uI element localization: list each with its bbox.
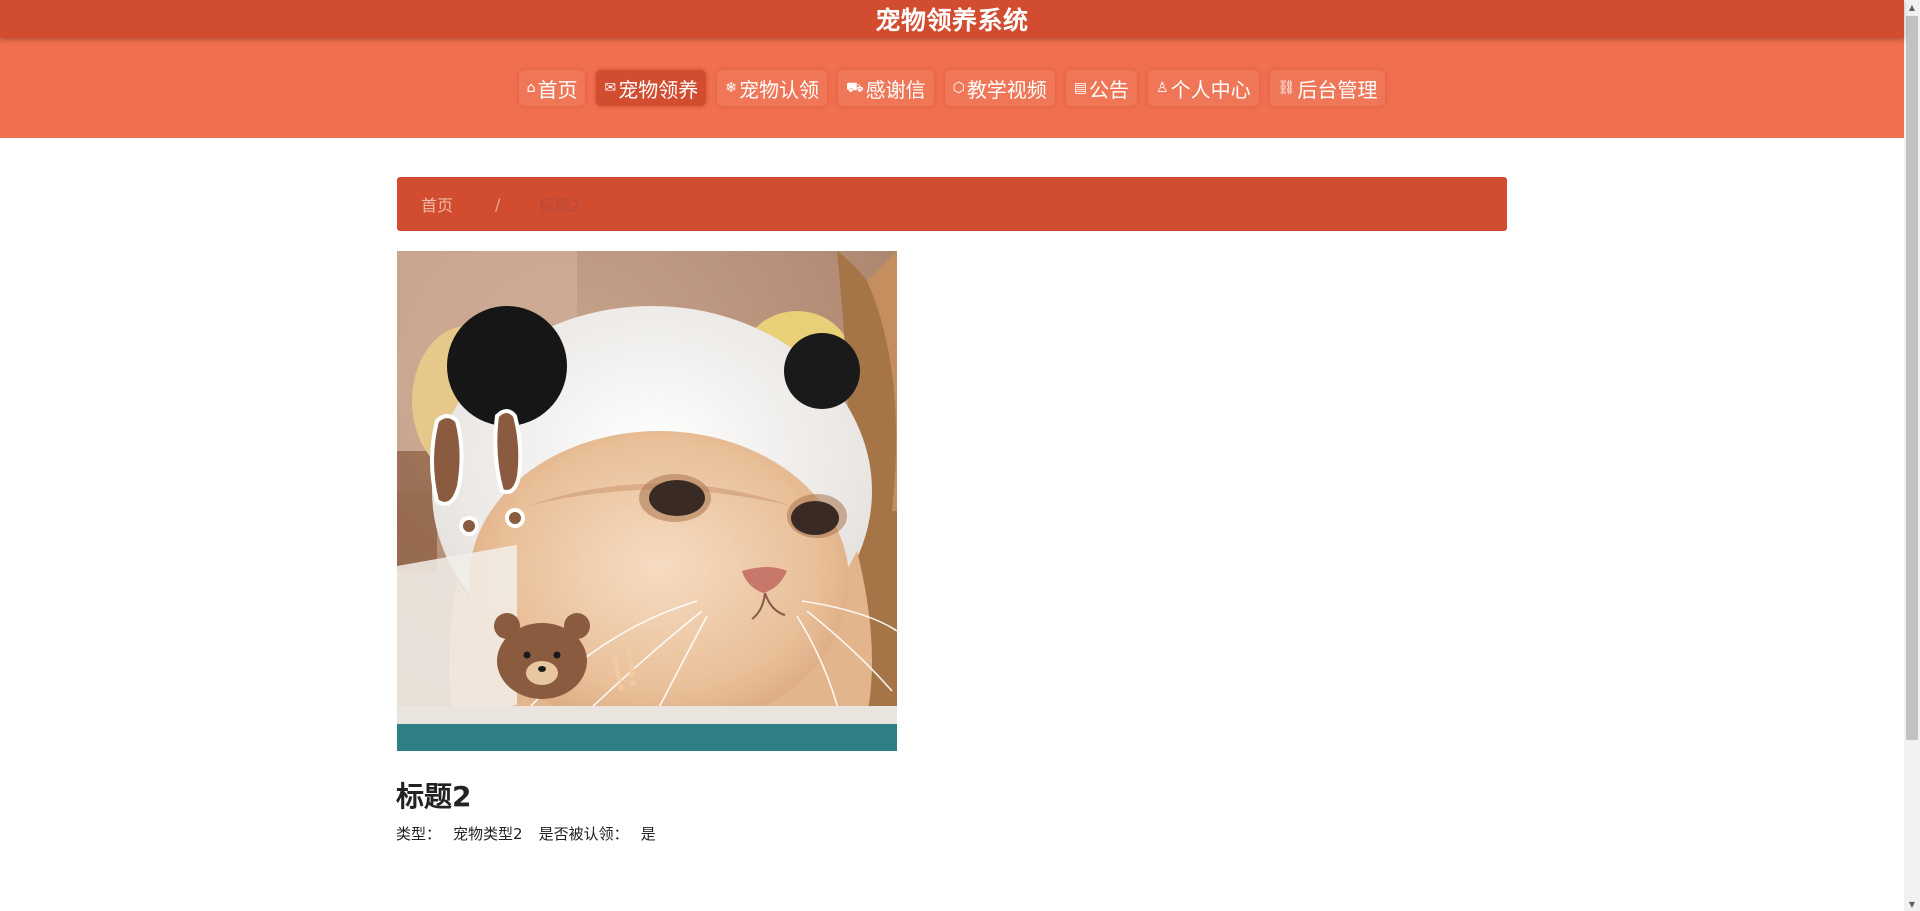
vertical-scrollbar[interactable]: ▲ ▼ bbox=[1904, 0, 1920, 911]
page: 宠物领养系统 ⌂ 首页 ✉ 宠物领养 ❄ 宠物认领 ⛟ 感谢信 ⬡ 教学视频 ▤… bbox=[0, 0, 1920, 911]
nav-item-label: 公告 bbox=[1089, 77, 1130, 102]
snowflake-icon: ❄ bbox=[725, 80, 737, 96]
home-icon: ⌂ bbox=[526, 80, 536, 96]
type-label: 类型： bbox=[396, 825, 442, 843]
type-value: 宠物类型2 bbox=[453, 825, 523, 843]
nav-item-personal-center[interactable]: ♙ 个人中心 bbox=[1148, 70, 1259, 106]
nav-item-announcements[interactable]: ▤ 公告 bbox=[1065, 70, 1138, 106]
nav-item-label: 宠物领养 bbox=[618, 77, 699, 102]
clipboard-icon: ▤ bbox=[1073, 80, 1088, 96]
nav-item-thank-you-letters[interactable]: ⛟ 感谢信 bbox=[837, 70, 934, 106]
mail-icon: ✉ bbox=[604, 80, 617, 96]
site-title: 宠物领养系统 bbox=[875, 6, 1029, 35]
breadcrumb: 首页 / 标题2 bbox=[397, 177, 1507, 231]
nav-item-admin[interactable]: ⛓ 后台管理 bbox=[1269, 70, 1386, 106]
book-icon: ⛟ bbox=[845, 80, 864, 96]
user-icon: ♙ bbox=[1156, 80, 1169, 96]
nav-item-label: 宠物认领 bbox=[738, 77, 819, 102]
nav-item-label: 教学视频 bbox=[966, 77, 1047, 102]
pet-title: 标题2 bbox=[396, 780, 472, 813]
nav-item-label: 个人中心 bbox=[1170, 77, 1251, 102]
breadcrumb-current: 标题2 bbox=[538, 196, 581, 215]
nav-item-label: 感谢信 bbox=[865, 77, 926, 102]
link-icon: ⛓ bbox=[1277, 80, 1296, 96]
nav-item-home[interactable]: ⌂ 首页 bbox=[518, 70, 586, 106]
nav-item-tutorial-videos[interactable]: ⬡ 教学视频 bbox=[944, 70, 1055, 106]
breadcrumb-home-link[interactable]: 首页 bbox=[421, 192, 453, 216]
breadcrumb-separator: / bbox=[495, 194, 501, 214]
scroll-up-arrow-icon[interactable]: ▲ bbox=[1904, 0, 1920, 14]
nav-item-label: 后台管理 bbox=[1297, 77, 1378, 102]
nav-item-pet-adoption[interactable]: ✉ 宠物领养 bbox=[596, 70, 707, 106]
claimed-value: 是 bbox=[640, 825, 656, 843]
pet-image bbox=[397, 251, 897, 751]
scroll-down-arrow-icon[interactable]: ▼ bbox=[1904, 897, 1920, 911]
cube-icon: ⬡ bbox=[952, 80, 965, 96]
claimed-label: 是否被认领： bbox=[538, 825, 629, 843]
pet-meta: 类型： 宠物类型2 是否被认领： 是 bbox=[396, 823, 672, 844]
main-nav: ⌂ 首页 ✉ 宠物领养 ❄ 宠物认领 ⛟ 感谢信 ⬡ 教学视频 ▤ 公告 ♙ 个… bbox=[0, 38, 1904, 138]
nav-item-pet-claim[interactable]: ❄ 宠物认领 bbox=[717, 70, 827, 106]
nav-item-label: 首页 bbox=[537, 77, 578, 102]
scrollbar-thumb[interactable] bbox=[1906, 16, 1918, 740]
title-bar: 宠物领养系统 bbox=[0, 0, 1904, 38]
